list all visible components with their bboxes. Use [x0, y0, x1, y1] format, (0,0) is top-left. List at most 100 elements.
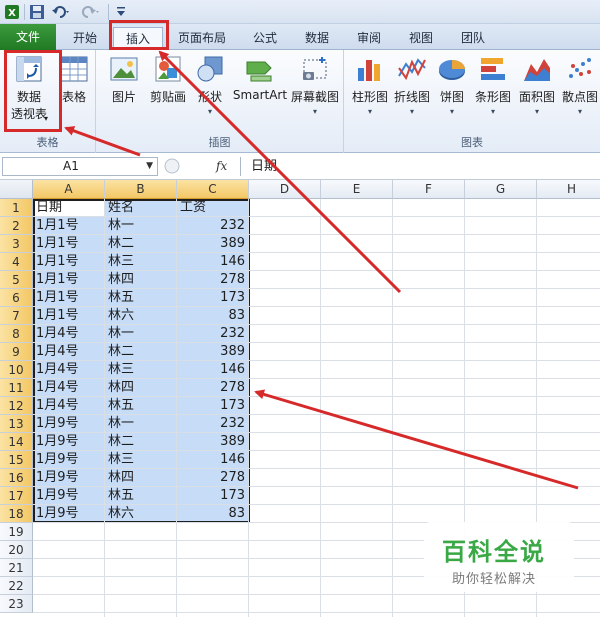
table-header-cell[interactable]: 日期 — [36, 199, 62, 217]
row-header-1[interactable]: 1 — [0, 199, 33, 217]
row-header-18[interactable]: 18 — [0, 505, 33, 523]
table-cell[interactable]: 林四 — [108, 379, 134, 397]
table-cell[interactable]: 林五 — [108, 397, 134, 415]
table-cell[interactable]: 林五 — [108, 289, 134, 307]
column-header-c[interactable]: C — [177, 180, 249, 199]
screenshot-button[interactable]: 屏幕截图 ▾ — [290, 54, 340, 116]
save-icon[interactable] — [28, 3, 46, 21]
table-cell[interactable]: 389 — [177, 235, 245, 253]
row-header-9[interactable]: 9 — [0, 343, 33, 361]
table-cell[interactable]: 1月9号 — [36, 469, 79, 487]
table-cell[interactable]: 林二 — [108, 433, 134, 451]
undo-icon[interactable] — [50, 3, 72, 21]
table-cell[interactable]: 林三 — [108, 361, 134, 379]
table-cell[interactable]: 83 — [177, 505, 245, 523]
tab-file[interactable]: 文件 — [0, 24, 56, 50]
pie-chart-button[interactable]: 饼图 ▾ — [434, 54, 470, 116]
area-chart-button[interactable]: 面积图 ▾ — [516, 54, 558, 116]
table-cell[interactable]: 146 — [177, 451, 245, 469]
row-header-4[interactable]: 4 — [0, 253, 33, 271]
table-cell[interactable]: 1月4号 — [36, 379, 79, 397]
row-header-14[interactable]: 14 — [0, 433, 33, 451]
row-header-16[interactable]: 16 — [0, 469, 33, 487]
table-cell[interactable]: 1月1号 — [36, 217, 79, 235]
column-header-d[interactable]: D — [249, 180, 321, 199]
table-cell[interactable]: 83 — [177, 307, 245, 325]
bar-chart-button[interactable]: 条形图 ▾ — [472, 54, 514, 116]
column-header-g[interactable]: G — [465, 180, 537, 199]
cancel-formula-icon[interactable] — [164, 158, 186, 174]
table-cell[interactable]: 1月4号 — [36, 325, 79, 343]
shapes-button[interactable]: 形状 ▾ — [192, 54, 228, 116]
insert-function-icon[interactable]: fx — [216, 159, 227, 173]
table-cell[interactable]: 林五 — [108, 487, 134, 505]
row-header-23[interactable]: 23 — [0, 595, 33, 613]
row-header-6[interactable]: 6 — [0, 289, 33, 307]
table-cell[interactable]: 林三 — [108, 451, 134, 469]
table-cell[interactable]: 林四 — [108, 469, 134, 487]
table-cell[interactable]: 林三 — [108, 253, 134, 271]
table-cell[interactable]: 232 — [177, 217, 245, 235]
redo-icon[interactable] — [80, 3, 102, 21]
table-cell[interactable]: 173 — [177, 397, 245, 415]
row-header-20[interactable]: 20 — [0, 541, 33, 559]
row-header-12[interactable]: 12 — [0, 397, 33, 415]
name-box[interactable]: A1 ▼ — [2, 157, 158, 176]
table-cell[interactable]: 林六 — [108, 505, 134, 523]
table-cell[interactable]: 林四 — [108, 271, 134, 289]
row-header-2[interactable]: 2 — [0, 217, 33, 235]
table-cell[interactable]: 1月4号 — [36, 361, 79, 379]
tab-review[interactable]: 审阅 — [346, 27, 392, 50]
table-cell[interactable]: 1月9号 — [36, 451, 79, 469]
tab-page-layout[interactable]: 页面布局 — [168, 27, 236, 50]
row-header-5[interactable]: 5 — [0, 271, 33, 289]
table-header-cell[interactable]: 工资 — [180, 199, 206, 217]
table-cell[interactable]: 278 — [177, 379, 245, 397]
row-header-15[interactable]: 15 — [0, 451, 33, 469]
table-cell[interactable]: 1月9号 — [36, 487, 79, 505]
row-header-7[interactable]: 7 — [0, 307, 33, 325]
table-cell[interactable]: 278 — [177, 469, 245, 487]
column-header-e[interactable]: E — [321, 180, 393, 199]
table-cell[interactable]: 1月1号 — [36, 253, 79, 271]
table-cell[interactable]: 389 — [177, 433, 245, 451]
row-header-10[interactable]: 10 — [0, 361, 33, 379]
table-cell[interactable]: 389 — [177, 343, 245, 361]
table-cell[interactable]: 146 — [177, 253, 245, 271]
row-header-22[interactable]: 22 — [0, 577, 33, 595]
row-header-17[interactable]: 17 — [0, 487, 33, 505]
row-header-21[interactable]: 21 — [0, 559, 33, 577]
column-header-f[interactable]: F — [393, 180, 465, 199]
column-header-b[interactable]: B — [105, 180, 177, 199]
line-chart-button[interactable]: 折线图 ▾ — [392, 54, 432, 116]
table-cell[interactable]: 1月1号 — [36, 235, 79, 253]
scatter-chart-button[interactable]: 散点图 ▾ — [560, 54, 600, 116]
table-cell[interactable]: 278 — [177, 271, 245, 289]
row-header-11[interactable]: 11 — [0, 379, 33, 397]
table-cell[interactable]: 林一 — [108, 325, 134, 343]
table-cell[interactable]: 1月9号 — [36, 433, 79, 451]
tab-view[interactable]: 视图 — [398, 27, 444, 50]
table-cell[interactable]: 林二 — [108, 235, 134, 253]
table-cell[interactable]: 146 — [177, 361, 245, 379]
clip-art-button[interactable]: 剪贴画 — [146, 54, 190, 105]
row-header-3[interactable]: 3 — [0, 235, 33, 253]
formula-input[interactable]: 日期 — [240, 157, 598, 176]
table-cell[interactable]: 1月9号 — [36, 415, 79, 433]
table-cell[interactable]: 1月1号 — [36, 271, 79, 289]
table-cell[interactable]: 1月1号 — [36, 289, 79, 307]
column-chart-button[interactable]: 柱形图 ▾ — [350, 54, 390, 116]
table-cell[interactable]: 1月1号 — [36, 307, 79, 325]
table-cell[interactable]: 1月4号 — [36, 397, 79, 415]
customize-qat-icon[interactable] — [114, 3, 128, 21]
tab-home[interactable]: 开始 — [62, 27, 108, 50]
table-cell[interactable]: 1月9号 — [36, 505, 79, 523]
smartart-button[interactable]: SmartArt — [232, 54, 288, 102]
name-box-dropdown-icon[interactable]: ▼ — [146, 158, 153, 175]
picture-button[interactable]: 图片 — [106, 54, 142, 105]
column-header-h[interactable]: H — [537, 180, 600, 199]
column-header-a[interactable]: A — [33, 180, 105, 199]
row-header-19[interactable]: 19 — [0, 523, 33, 541]
table-cell[interactable]: 林一 — [108, 217, 134, 235]
table-cell[interactable]: 林六 — [108, 307, 134, 325]
